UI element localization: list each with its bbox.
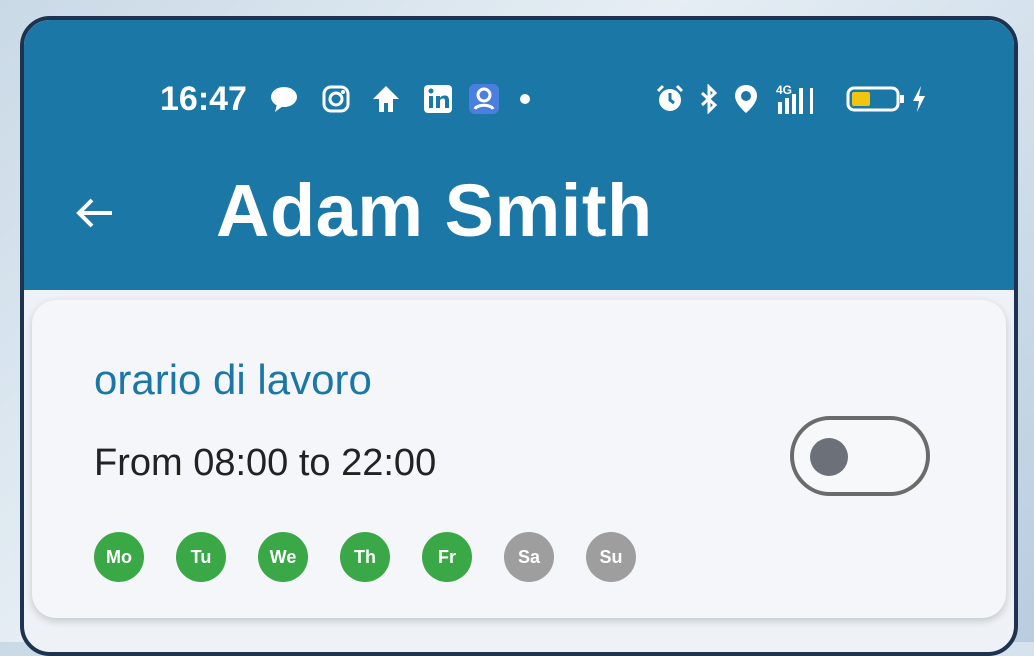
signal-icon: 4G — [768, 82, 832, 116]
weekday-we: We — [258, 532, 308, 582]
status-bar: 16:47 4G — [24, 78, 1014, 128]
location-icon — [728, 82, 764, 116]
schedule-time-range: From 08:00 to 22:00 — [94, 442, 437, 484]
weekday-fr: Fr — [422, 532, 472, 582]
schedule-title: orario di lavoro — [94, 356, 372, 403]
weekday-tu: Tu — [176, 532, 226, 582]
instagram-icon — [316, 82, 356, 116]
schedule-toggle[interactable] — [790, 416, 930, 496]
alarm-icon — [650, 82, 690, 116]
dot-icon — [510, 82, 540, 116]
chat-icon — [264, 82, 304, 116]
toggle-knob — [810, 438, 848, 476]
weekday-sa: Sa — [504, 532, 554, 582]
phone-screen: 16:47 4G Adam Smith orario di lavoro Fro… — [20, 16, 1018, 656]
page-title: Adam Smith — [216, 169, 653, 252]
bluetooth-icon — [694, 82, 724, 116]
weekday-su: Su — [586, 532, 636, 582]
charging-icon — [904, 82, 934, 116]
schedule-card[interactable]: orario di lavoro From 08:00 to 22:00 Mo T… — [32, 300, 1006, 618]
network-type: 4G — [776, 83, 792, 97]
arrow-left-icon — [76, 198, 112, 228]
status-time: 16:47 — [160, 80, 247, 118]
account-icon — [464, 82, 504, 116]
back-button[interactable] — [70, 188, 120, 238]
battery-icon — [844, 82, 908, 116]
weekday-mo: Mo — [94, 532, 144, 582]
home-icon — [366, 82, 406, 116]
weekday-th: Th — [340, 532, 390, 582]
linkedin-icon — [418, 82, 458, 116]
app-header: 16:47 4G Adam Smith — [24, 20, 1014, 290]
